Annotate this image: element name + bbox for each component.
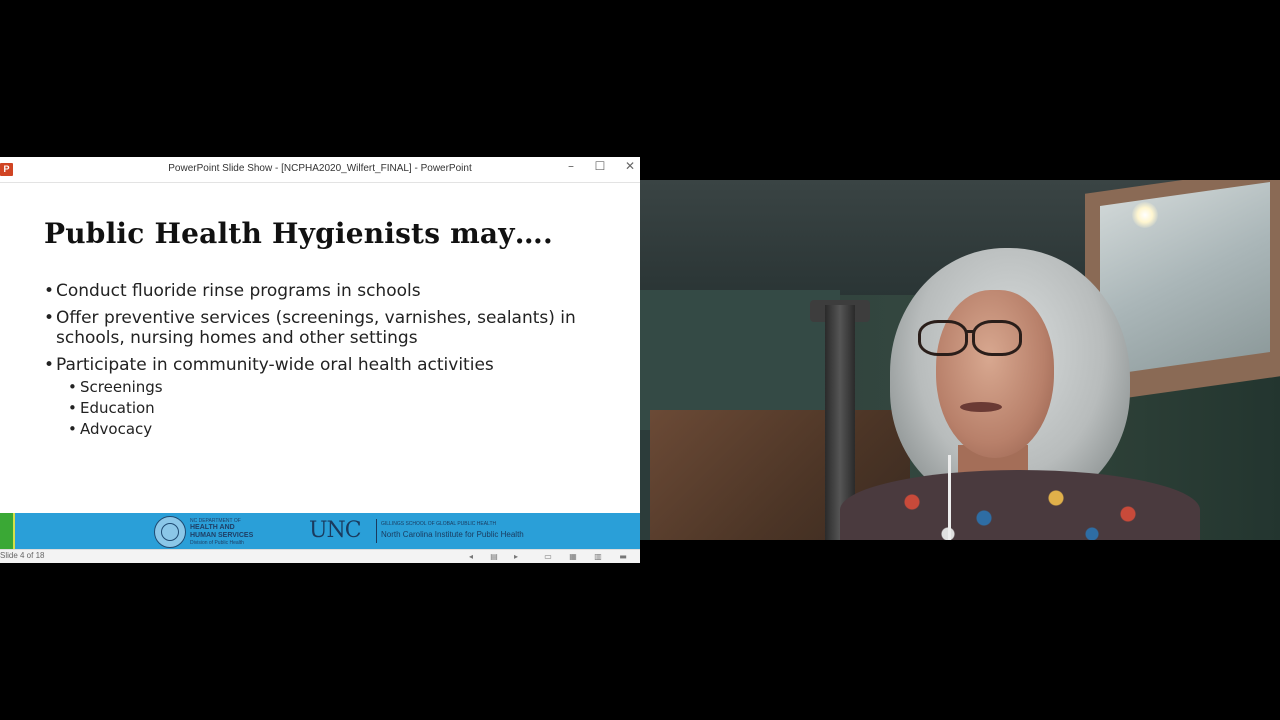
slide-sorter-icon[interactable]: ▦ [568,552,578,561]
window-title: PowerPoint Slide Show - [NCPHA2020_Wilfe… [168,163,472,174]
lamp-light [1132,202,1158,228]
footer-yellow-stripe [13,513,15,549]
prev-icon[interactable]: ◂ [466,552,476,561]
glasses [918,320,1028,356]
sub-bullet-item: Education [68,398,604,419]
glasses-lens-right [972,320,1022,356]
speaker-shirt [840,470,1200,540]
speaker-face [936,290,1054,458]
sub-bullet-item: Advocacy [68,419,604,440]
minimize-button[interactable]: – [556,159,586,179]
dhhs-line3: Division of Public Health [190,540,244,546]
powerpoint-window: P PowerPoint Slide Show - [NCPHA2020_Wil… [0,157,640,563]
statusbar: Slide 4 of 18 ◂ ▤ ▸ ▭ ▦ ▥ ▬ [0,549,640,563]
unc-logo: UNC [309,518,362,543]
unc-school-name: GILLINGS SCHOOL OF GLOBAL PUBLIC HEALTH [381,521,497,527]
menu-icon[interactable]: ▤ [489,552,499,561]
speaker-mouth [960,402,1002,412]
slide-count: Slide 4 of 18 [0,551,45,560]
close-button[interactable]: ✕ [615,159,640,179]
normal-view-icon[interactable]: ▭ [543,552,553,561]
nc-dhhs-seal-icon [154,516,186,548]
next-icon[interactable]: ▸ [511,552,521,561]
reading-view-icon[interactable]: ▥ [593,552,603,561]
dhhs-logo: NC DEPARTMENT OF HEALTH AND HUMAN SERVIC… [190,518,260,546]
logo-divider [376,519,377,543]
sub-bullet-item: Screenings [68,377,604,398]
nciph-name: North Carolina Institute for Public Heal… [381,530,524,539]
earbud-cable [948,455,951,540]
window-titlebar[interactable]: P PowerPoint Slide Show - [NCPHA2020_Wil… [0,157,640,183]
slide-footer: NC DEPARTMENT OF HEALTH AND HUMAN SERVIC… [0,513,640,549]
slide-title: Public Health Hygienists may…. [44,217,553,250]
slide-content[interactable]: Public Health Hygienists may…. Conduct f… [0,183,640,549]
webcam-feed [640,180,1280,540]
bullet-list: Conduct fluoride rinse programs in schoo… [44,281,604,440]
slideshow-icon[interactable]: ▬ [618,552,628,561]
footer-green-stripe [0,513,13,549]
dhhs-line2: HEALTH AND HUMAN SERVICES [190,524,254,539]
bullet-item: Offer preventive services (screenings, v… [44,308,604,348]
bullet-item: Conduct fluoride rinse programs in schoo… [44,281,604,301]
maximize-button[interactable]: ☐ [585,159,615,179]
glasses-lens-left [918,320,968,356]
bullet-item: Participate in community-wide oral healt… [44,355,604,375]
